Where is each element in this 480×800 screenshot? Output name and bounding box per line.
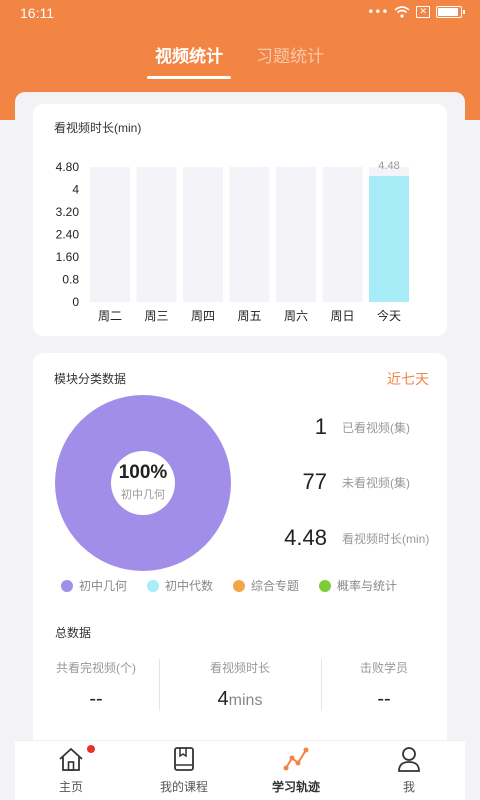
legend-item: 初中代数 xyxy=(147,577,213,594)
book-icon xyxy=(174,747,194,771)
module-category-card: 模块分类数据 近七天 100% 初中几何 1 已看视频(集) 77 未看视频(集… xyxy=(33,353,447,773)
pie-center-label: 初中几何 xyxy=(121,489,165,501)
bar-background xyxy=(90,167,130,302)
y-tick-label: 3.20 xyxy=(56,205,80,219)
x-tick-label: 周五 xyxy=(237,309,261,323)
x-tick-label: 周日 xyxy=(330,309,354,323)
x-tick-label: 今天 xyxy=(377,308,401,323)
bar-background xyxy=(229,167,270,302)
tab-video-stats[interactable]: 视频统计 xyxy=(155,42,223,67)
range-selector[interactable]: 近七天 xyxy=(387,369,429,389)
pie-center-value: 100% xyxy=(118,462,168,483)
status-time: 16:11 xyxy=(20,5,54,21)
total-value: -- xyxy=(89,688,103,710)
user-icon xyxy=(398,747,420,772)
y-tick-label: 0.8 xyxy=(62,273,79,287)
x-tick-label: 周六 xyxy=(284,309,308,323)
pie-center: 100% 初中几何 xyxy=(93,462,193,502)
nav-my-courses[interactable]: 我的课程 xyxy=(139,741,229,800)
y-tick-label: 4 xyxy=(72,183,79,197)
y-tick-label: 1.60 xyxy=(56,250,80,264)
totals-title: 总数据 xyxy=(55,626,92,640)
total-value: -- xyxy=(377,688,391,710)
total-beaten-students: 击败学员 -- xyxy=(321,659,447,711)
x-tick-label: 周四 xyxy=(191,309,215,323)
bar xyxy=(369,176,409,302)
bar-background xyxy=(136,167,177,302)
duration-value: 4.48 xyxy=(284,525,327,550)
unwatched-label: 未看视频(集) xyxy=(342,476,410,490)
status-icons: ••• ✕ xyxy=(367,5,465,19)
nav-label: 我的课程 xyxy=(159,780,208,794)
active-tab-indicator xyxy=(147,76,231,79)
nav-learning-track[interactable]: 学习轨迹 xyxy=(251,741,341,800)
y-tick-label: 0 xyxy=(72,295,79,309)
bar-background xyxy=(276,167,316,302)
legend-dot-icon xyxy=(147,579,160,592)
nav-home[interactable]: 主页 xyxy=(26,741,116,800)
y-tick-label: 2.40 xyxy=(56,228,80,242)
bar-background xyxy=(322,167,363,302)
total-unit: mins xyxy=(228,692,263,709)
video-duration-card: 看视频时长(min) 4.80 4 3.20 2.40 1.60 0.8 0 周二 周三 周四 周五… xyxy=(33,104,447,336)
legend-label: 概率与统计 xyxy=(337,579,398,593)
status-bar: 16:11 ••• ✕ xyxy=(0,0,480,26)
tab-bar: 视频统计 习题统计 xyxy=(0,42,480,82)
more-dots-icon: ••• xyxy=(367,5,389,19)
nav-label: 我 xyxy=(402,780,415,794)
legend-label: 初中几何 xyxy=(79,579,128,593)
module-title: 模块分类数据 xyxy=(54,372,127,386)
tab-exercise-stats[interactable]: 习题统计 xyxy=(256,42,324,67)
nav-me[interactable]: 我 xyxy=(364,741,454,800)
notification-badge xyxy=(87,745,95,753)
bar-background xyxy=(183,167,223,302)
bar-chart: 4.80 4 3.20 2.40 1.60 0.8 0 周二 周三 周四 周五 周六 周日 4.48 今天 xyxy=(56,160,409,323)
wifi-icon xyxy=(394,6,410,18)
legend-dot-icon xyxy=(233,579,246,592)
legend-dot-icon xyxy=(61,579,73,592)
nav-label: 主页 xyxy=(58,780,83,794)
legend-item: 综合专题 xyxy=(233,577,299,594)
legend-label: 初中代数 xyxy=(165,579,214,593)
bottom-nav: 主页 我的课程 学习轨迹 我 xyxy=(15,740,465,800)
total-label: 共看完视频(个) xyxy=(56,661,136,675)
watched-count: 1 xyxy=(314,414,327,439)
x-tick-label: 周三 xyxy=(144,309,168,323)
legend-dot-icon xyxy=(319,579,332,592)
battery-icon xyxy=(436,6,465,18)
watched-label: 已看视频(集) xyxy=(342,421,410,435)
legend-item: 概率与统计 xyxy=(319,577,397,594)
nav-label: 学习轨迹 xyxy=(271,780,320,794)
no-sim-icon: ✕ xyxy=(416,6,430,18)
legend-item: 初中几何 xyxy=(61,577,127,594)
total-watch-time: 看视频时长 4mins xyxy=(159,659,321,711)
duration-label: 看视频时长(min) xyxy=(342,532,430,546)
total-videos-completed: 共看完视频(个) -- xyxy=(33,659,159,711)
bar-value-label: 4.48 xyxy=(378,160,399,172)
legend-label: 综合专题 xyxy=(251,579,300,593)
trend-icon xyxy=(283,747,309,771)
pie-legend: 初中几何 初中代数 综合专题 概率与统计 xyxy=(61,577,417,594)
total-label: 击败学员 xyxy=(359,661,408,675)
total-label: 看视频时长 xyxy=(209,661,270,675)
home-icon xyxy=(59,748,83,771)
y-tick-label: 4.80 xyxy=(56,160,80,174)
total-value: 4mins xyxy=(217,688,263,710)
x-tick-label: 周二 xyxy=(98,309,122,323)
unwatched-count: 77 xyxy=(302,469,327,494)
